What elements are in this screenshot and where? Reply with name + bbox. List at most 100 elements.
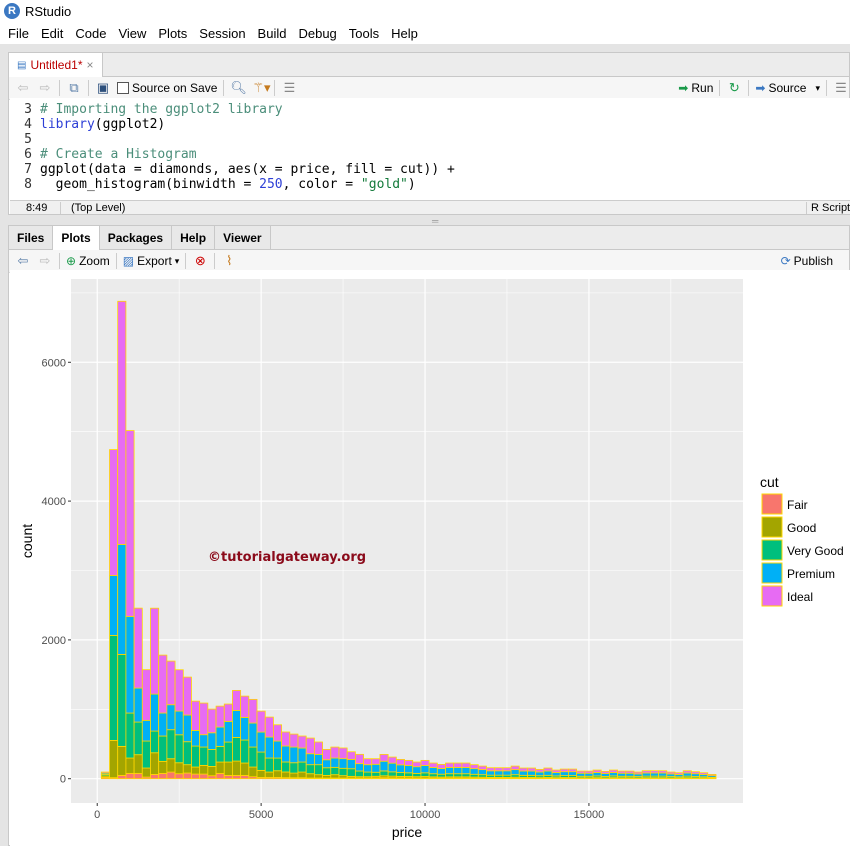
- menu-plots[interactable]: Plots: [154, 26, 195, 41]
- bar-ideal: [191, 701, 199, 730]
- save-icon[interactable]: ▣: [95, 80, 111, 96]
- bar-premium: [470, 769, 478, 775]
- bar-premium: [421, 765, 429, 772]
- publish-button[interactable]: ⟳Publish: [781, 254, 833, 268]
- zoom-button[interactable]: ⊕Zoom: [66, 254, 110, 268]
- close-tab-icon[interactable]: ×: [86, 58, 93, 72]
- checkbox-box[interactable]: [117, 82, 129, 94]
- bar-ideal: [339, 748, 347, 759]
- magic-wand-icon[interactable]: ⚚▾: [252, 80, 268, 96]
- bar-very-good: [446, 774, 454, 777]
- menu-file[interactable]: File: [4, 26, 37, 41]
- bar-premium: [118, 544, 126, 654]
- rerun-icon[interactable]: ↻: [726, 80, 742, 96]
- bar-premium: [331, 758, 339, 767]
- tab-viewer[interactable]: Viewer: [215, 226, 270, 249]
- next-plot-icon[interactable]: ⇨: [37, 253, 53, 269]
- source-on-save-checkbox[interactable]: Source on Save: [117, 81, 217, 95]
- code-line: 3# Importing the ggplot2 library: [10, 102, 850, 117]
- back-icon[interactable]: ⇦: [15, 80, 31, 96]
- bar-very-good: [282, 762, 290, 772]
- file-type-selector[interactable]: R Script: [806, 202, 850, 214]
- bar-premium: [208, 733, 216, 750]
- bar-premium: [200, 735, 208, 747]
- x-tick-label: 5000: [249, 809, 273, 821]
- x-tick-label: 10000: [410, 809, 441, 821]
- bar-premium: [691, 774, 699, 777]
- bar-very-good: [265, 758, 273, 772]
- bar-premium: [372, 764, 380, 772]
- compile-report-icon[interactable]: ☰: [281, 80, 297, 96]
- code-editor[interactable]: 3# Importing the ggplot2 library4library…: [10, 98, 850, 200]
- legend-label: Good: [787, 521, 816, 535]
- show-in-window-icon[interactable]: ⧉: [66, 80, 82, 96]
- bar-ideal: [478, 766, 486, 770]
- bar-fair: [126, 773, 134, 778]
- bar-good: [232, 761, 240, 775]
- search-icon[interactable]: 🔍︎: [230, 80, 246, 96]
- bar-premium: [126, 616, 134, 713]
- bar-ideal: [667, 772, 675, 774]
- bar-ideal: [183, 677, 191, 715]
- broom-clear-icon[interactable]: ⌇: [221, 253, 237, 269]
- legend-key-ideal: [762, 586, 782, 606]
- legend-title: cut: [760, 474, 779, 490]
- code-line: 6# Create a Histogram: [10, 147, 850, 162]
- bar-ideal: [257, 711, 265, 732]
- bar-good: [282, 772, 290, 778]
- chevron-down-icon[interactable]: ▾: [815, 83, 820, 94]
- bar-ideal: [421, 760, 429, 765]
- source-arrow-icon: ➡: [755, 81, 765, 95]
- publish-label: Publish: [794, 254, 833, 268]
- bar-premium: [527, 771, 535, 775]
- bar-ideal: [642, 771, 650, 773]
- bar-fair: [200, 774, 208, 779]
- bar-ideal: [675, 773, 683, 775]
- menu-session[interactable]: Session: [195, 26, 253, 41]
- zoom-icon: ⊕: [66, 254, 76, 268]
- tab-help[interactable]: Help: [172, 226, 215, 249]
- forward-icon[interactable]: ⇨: [37, 80, 53, 96]
- bar-good: [159, 761, 167, 773]
- bar-ideal: [224, 704, 232, 721]
- bar-premium: [257, 732, 265, 752]
- bar-ideal: [323, 749, 331, 759]
- bar-premium: [601, 774, 609, 777]
- menu-code[interactable]: Code: [71, 26, 114, 41]
- bar-premium: [519, 771, 527, 775]
- bar-very-good: [126, 713, 134, 758]
- chevron-down-icon: ▾: [175, 256, 180, 267]
- bar-premium: [134, 688, 142, 722]
- line-number: 5: [10, 132, 40, 147]
- menu-tools[interactable]: Tools: [345, 26, 387, 41]
- tab-files[interactable]: Files: [9, 226, 53, 249]
- run-button[interactable]: ➡Run: [678, 81, 713, 95]
- tab-packages[interactable]: Packages: [100, 226, 172, 249]
- editor-status-bar: 8:49 (Top Level) R Script: [10, 200, 850, 214]
- bar-good: [175, 763, 183, 774]
- menu-debug[interactable]: Debug: [294, 26, 344, 41]
- y-tick-label: 2000: [42, 635, 66, 647]
- bar-premium: [142, 720, 150, 741]
- bar-good: [241, 763, 249, 775]
- menu-view[interactable]: View: [114, 26, 154, 41]
- tab-untitled1[interactable]: ▤ Untitled1* ×: [9, 53, 103, 77]
- bar-premium: [650, 773, 658, 776]
- bar-premium: [167, 705, 175, 730]
- menu-build[interactable]: Build: [254, 26, 295, 41]
- bar-very-good: [191, 746, 199, 767]
- bar-very-good: [429, 774, 437, 777]
- bar-ideal: [691, 772, 699, 774]
- source-button[interactable]: ➡Source▾: [755, 81, 820, 95]
- menu-edit[interactable]: Edit: [37, 26, 71, 41]
- bar-very-good: [175, 735, 183, 763]
- export-button[interactable]: ▨Export▾: [123, 254, 180, 268]
- scope-selector[interactable]: (Top Level): [60, 202, 806, 214]
- outline-icon[interactable]: ☰: [833, 80, 849, 96]
- tab-plots[interactable]: Plots: [53, 226, 99, 250]
- menu-help[interactable]: Help: [387, 26, 426, 41]
- remove-plot-icon[interactable]: ⊗: [192, 253, 208, 269]
- bar-very-good: [306, 765, 314, 774]
- previous-plot-icon[interactable]: ⇦: [15, 253, 31, 269]
- legend-label: Very Good: [787, 544, 844, 558]
